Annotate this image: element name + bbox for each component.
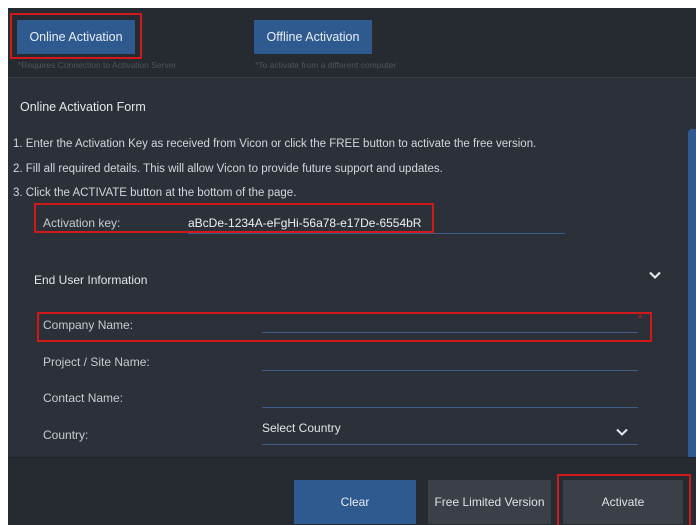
form-scrollbar[interactable]	[688, 129, 696, 458]
online-tab-hint: *Requires Connection to Activation Serve…	[18, 60, 177, 70]
collapse-chevron-icon[interactable]	[649, 269, 661, 283]
project-site-input[interactable]	[262, 370, 638, 371]
contact-name-label: Contact Name:	[43, 391, 124, 405]
free-limited-version-button[interactable]: Free Limited Version	[428, 480, 551, 524]
company-name-label: Company Name:	[43, 318, 134, 332]
activation-key-underline	[188, 233, 565, 234]
country-label: Country:	[43, 428, 89, 442]
activation-key-input[interactable]: aBcDe-1234A-eFgHi-56a78-e17De-6554bR	[188, 216, 421, 230]
company-name-input[interactable]	[262, 332, 638, 333]
instruction-1: 1. Enter the Activation Key as received …	[13, 138, 537, 150]
offline-activation-tab[interactable]: Offline Activation	[254, 20, 372, 54]
instruction-3: 3. Click the ACTIVATE button at the bott…	[13, 187, 297, 199]
online-activation-tab[interactable]: Online Activation	[17, 20, 135, 54]
country-select[interactable]: Select Country	[262, 421, 341, 435]
offline-tab-hint: *To activate from a different computer	[255, 60, 397, 70]
contact-name-input[interactable]	[262, 407, 638, 408]
activation-key-label: Activation key:	[43, 216, 121, 230]
activation-form-panel: Online Activation Form 1. Enter the Acti…	[8, 77, 696, 458]
country-dropdown-chevron-icon[interactable]	[616, 426, 628, 440]
required-marker: *	[638, 313, 643, 325]
clear-button[interactable]: Clear	[294, 480, 416, 524]
end-user-section-title: End User Information	[34, 273, 148, 287]
country-select-underline	[262, 444, 638, 445]
activation-window: Online Activation *Requires Connection t…	[8, 8, 696, 525]
instruction-2: 2. Fill all required details. This will …	[13, 163, 443, 175]
footer-bar: Clear Free Limited Version Activate	[8, 457, 696, 525]
form-title: Online Activation Form	[20, 100, 146, 114]
scrollbar-thumb[interactable]	[688, 129, 696, 458]
activate-button[interactable]: Activate	[563, 480, 683, 524]
project-site-label: Project / Site Name:	[43, 355, 150, 369]
